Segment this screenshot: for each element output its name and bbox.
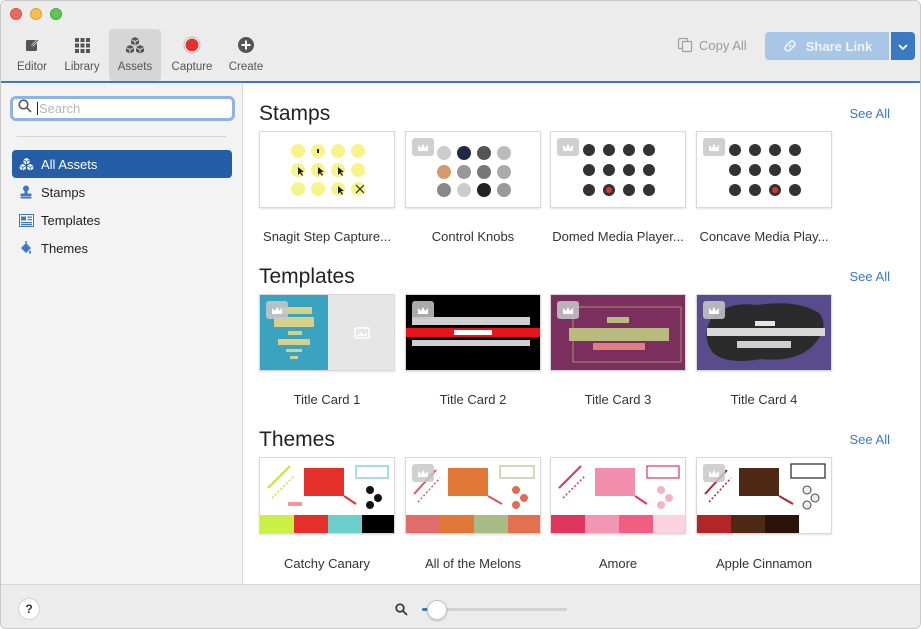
asset-title: Catchy Canary: [284, 556, 370, 571]
asset-thumbnail[interactable]: [405, 131, 541, 208]
tool-label: Create: [228, 61, 264, 73]
asset-title: Apple Cinnamon: [715, 556, 813, 571]
asset-thumbnail[interactable]: [405, 457, 541, 534]
share-link-label: Share Link: [805, 38, 873, 54]
crown-icon: [557, 301, 579, 319]
sidebar-item-label: Stamps: [41, 184, 86, 200]
crown-icon: [412, 464, 434, 482]
copy-all-label: Copy All: [699, 37, 747, 53]
asset-title: Domed Media Player...: [552, 229, 684, 244]
asset-title: Snagit Step Capture...: [263, 229, 391, 244]
sidebar-item-label: Themes: [41, 240, 88, 256]
share-link-button[interactable]: Share Link: [765, 32, 889, 60]
zoom-window-button[interactable]: [50, 8, 62, 20]
record-icon: [182, 35, 202, 55]
asset-thumbnail[interactable]: [259, 294, 395, 371]
sidebar-item-all-assets[interactable]: All Assets: [12, 150, 232, 178]
tool-label: Editor: [16, 61, 48, 73]
asset-thumbnail[interactable]: [405, 294, 541, 371]
asset-title: Title Card 3: [584, 392, 652, 407]
asset-thumbnail[interactable]: [259, 457, 395, 534]
search-input[interactable]: Search: [10, 96, 235, 121]
crown-icon: [703, 301, 725, 319]
section-title-templates: Templates: [259, 265, 355, 288]
crown-icon: [412, 138, 434, 156]
footer-bar: ?: [1, 584, 920, 628]
asset-title: Title Card 1: [293, 392, 361, 407]
asset-title: Amore: [598, 556, 638, 571]
sidebar-item-templates[interactable]: Templates: [12, 206, 232, 234]
asset-thumbnail[interactable]: [696, 131, 832, 208]
text-caret: [37, 102, 38, 115]
help-button[interactable]: ?: [18, 598, 40, 620]
template-icon: [18, 212, 34, 228]
crown-icon: [703, 464, 725, 482]
crown-icon: [703, 138, 725, 156]
asset-thumbnail[interactable]: [550, 294, 686, 371]
asset-title: Title Card 4: [730, 392, 798, 407]
tool-library[interactable]: Library: [59, 29, 105, 81]
assets-icon: [125, 35, 145, 55]
sidebar-divider: [17, 136, 226, 137]
minimize-window-button[interactable]: [30, 8, 42, 20]
asset-title: Title Card 2: [439, 392, 507, 407]
tool-label: Capture: [171, 61, 213, 73]
editor-icon: [22, 35, 42, 55]
asset-thumbnail[interactable]: [696, 294, 832, 371]
zoom-icon: [395, 603, 408, 616]
copy-all-button[interactable]: Copy All: [677, 37, 747, 53]
search-icon: [18, 99, 32, 118]
crown-icon: [412, 301, 434, 319]
toolbar: Editor Library Assets Capture Create Cop…: [1, 1, 920, 83]
tool-editor[interactable]: Editor: [11, 29, 53, 81]
assets-grid: Stamps See All Snagit Step Capture... Co…: [244, 84, 920, 584]
crown-icon: [266, 301, 288, 319]
asset-thumbnail[interactable]: [550, 457, 686, 534]
asset-title: Control Knobs: [431, 229, 515, 244]
asset-thumbnail[interactable]: [696, 457, 832, 534]
sidebar: Search All Assets Stamps Templates Theme…: [1, 84, 243, 584]
paint-bucket-icon: [18, 240, 34, 256]
link-icon: [782, 38, 798, 54]
tool-label: Assets: [117, 61, 153, 73]
tool-label: Library: [64, 61, 100, 73]
tool-assets[interactable]: Assets: [109, 29, 161, 81]
see-all-themes-link[interactable]: See All: [850, 432, 890, 447]
assets-icon: [18, 156, 34, 172]
asset-title: All of the Melons: [424, 556, 522, 571]
see-all-stamps-link[interactable]: See All: [850, 106, 890, 121]
asset-thumbnail[interactable]: [550, 131, 686, 208]
asset-thumbnail[interactable]: [259, 131, 395, 208]
tool-capture[interactable]: Capture: [167, 29, 217, 81]
tool-create[interactable]: Create: [223, 29, 269, 81]
sidebar-item-themes[interactable]: Themes: [12, 234, 232, 262]
sidebar-item-label: All Assets: [41, 156, 98, 172]
asset-title: Concave Media Play...: [699, 229, 829, 244]
section-title-themes: Themes: [259, 428, 335, 451]
see-all-templates-link[interactable]: See All: [850, 269, 890, 284]
copy-icon: [677, 37, 693, 53]
sidebar-item-stamps[interactable]: Stamps: [12, 178, 232, 206]
sidebar-item-label: Templates: [41, 212, 101, 228]
plus-circle-icon: [236, 35, 256, 55]
grid-icon: [72, 35, 92, 55]
share-options-button[interactable]: [891, 32, 915, 60]
crown-icon: [557, 138, 579, 156]
stamp-icon: [18, 184, 34, 200]
close-window-button[interactable]: [10, 8, 22, 20]
section-title-stamps: Stamps: [259, 102, 331, 125]
search-placeholder: Search: [39, 101, 81, 116]
chevron-down-icon: [898, 37, 908, 55]
app-window: Editor Library Assets Capture Create Cop…: [0, 0, 921, 629]
zoom-slider-knob[interactable]: [427, 600, 447, 620]
